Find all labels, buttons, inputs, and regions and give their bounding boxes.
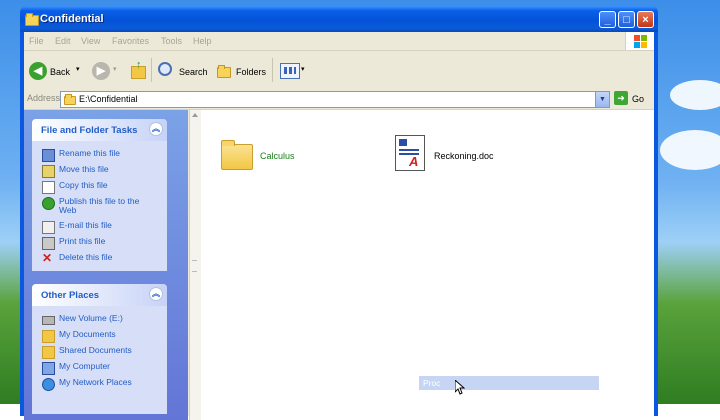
network-icon (42, 378, 55, 391)
rename-text-box[interactable]: Proc (419, 376, 599, 390)
menu-file[interactable]: File (29, 36, 44, 46)
globe-icon (42, 197, 55, 210)
folder-icon (42, 346, 55, 359)
scroll-up-icon[interactable] (192, 113, 198, 117)
panel-header[interactable]: File and Folder Tasks ︽ (32, 119, 167, 141)
chevron-down-icon: ▾ (113, 66, 117, 73)
place-my-computer[interactable]: My Computer (32, 360, 167, 376)
folder-icon (25, 13, 39, 26)
place-my-documents[interactable]: My Documents (32, 328, 167, 344)
views-button[interactable] (280, 63, 300, 79)
title-bar[interactable]: Confidential _ □ × (20, 6, 658, 32)
menu-favorites[interactable]: Favorites (112, 36, 149, 46)
folder-name: Calculus (260, 151, 295, 161)
maximize-button[interactable]: □ (618, 11, 635, 28)
printer-icon (42, 237, 55, 250)
go-button[interactable]: Go (632, 94, 644, 104)
folder-icon (221, 140, 253, 170)
cloud (660, 130, 720, 170)
address-label: Address (27, 93, 61, 103)
search-label: Search (179, 67, 208, 77)
rename-icon (42, 149, 55, 162)
address-input[interactable]: E:\Confidential ▼ (60, 91, 610, 108)
search-icon (158, 62, 172, 76)
toolbar: ◀ Back ▾ ▶ ▾ ↑ Search Folders ▾ (24, 51, 654, 90)
task-move-file[interactable]: Move this file (32, 163, 167, 179)
task-publish-file[interactable]: Publish this file to the Web (32, 195, 167, 219)
separator (272, 58, 273, 82)
chevron-down-icon: ▾ (301, 66, 305, 73)
close-button[interactable]: × (637, 11, 654, 28)
delete-icon: ✕ (42, 251, 53, 265)
task-print-file[interactable]: Print this file (32, 235, 167, 251)
task-pane-scrollbar[interactable] (189, 110, 201, 420)
views-grid-icon (284, 67, 296, 74)
place-my-network-places[interactable]: My Network Places (32, 376, 167, 392)
panel-title: Other Places (41, 290, 100, 301)
menu-view[interactable]: View (81, 36, 100, 46)
task-rename-file[interactable]: Rename this file (32, 147, 167, 163)
folder-icon (64, 94, 76, 105)
document-name: Reckoning.doc (434, 151, 494, 161)
word-document-icon: A (395, 135, 425, 171)
email-icon (42, 221, 55, 234)
minimize-button[interactable]: _ (599, 11, 616, 28)
task-email-file[interactable]: E-mail this file (32, 219, 167, 235)
folder-icon (42, 330, 55, 343)
chevron-down-icon: ▾ (76, 66, 80, 73)
address-bar: Address E:\Confidential ▼ ➜ Go (24, 89, 654, 110)
separator (151, 58, 152, 82)
menu-tools[interactable]: Tools (161, 36, 182, 46)
menu-bar: File Edit View Favorites Tools Help (24, 32, 654, 51)
panel-header[interactable]: Other Places ︽ (32, 284, 167, 306)
collapse-chevron-icon[interactable]: ︽ (149, 287, 163, 301)
scroll-thumb-grip-icon[interactable] (192, 260, 197, 272)
address-dropdown-button[interactable]: ▼ (595, 92, 609, 107)
window-frame: File Edit View Favorites Tools Help ◀ Ba… (24, 32, 654, 420)
computer-icon (42, 362, 55, 375)
back-label: Back (50, 67, 71, 77)
menu-help[interactable]: Help (193, 36, 212, 46)
address-value: E:\Confidential (79, 94, 138, 104)
move-icon (42, 165, 55, 178)
file-list-area[interactable]: Calculus A Reckoning.doc Proc (201, 110, 654, 420)
place-shared-documents[interactable]: Shared Documents (32, 344, 167, 360)
explorer-window: Confidential _ □ × File Edit View Favori… (20, 6, 658, 420)
folders-icon (217, 65, 231, 78)
panel-title: File and Folder Tasks (41, 125, 138, 136)
back-arrow-icon: ◀ (29, 62, 47, 80)
rename-text: Proc (423, 378, 441, 388)
folders-label: Folders (236, 67, 267, 77)
task-copy-file[interactable]: Copy this file (32, 179, 167, 195)
windows-logo (625, 32, 654, 50)
drive-icon (42, 316, 55, 325)
file-folder-tasks-panel: File and Folder Tasks ︽ Rename this file… (32, 119, 167, 271)
other-places-panel: Other Places ︽ New Volume (E:) My Docume… (32, 284, 167, 414)
forward-button[interactable]: ▶ (92, 62, 110, 80)
up-folder-button[interactable]: ↑ (129, 60, 146, 80)
folder-item[interactable]: Calculus (219, 140, 329, 174)
menu-edit[interactable]: Edit (55, 36, 71, 46)
place-new-volume[interactable]: New Volume (E:) (32, 312, 167, 328)
mouse-cursor-icon (454, 378, 466, 397)
copy-icon (42, 181, 55, 194)
task-delete-file[interactable]: ✕ Delete this file (32, 251, 167, 267)
cloud (670, 80, 720, 110)
task-pane: File and Folder Tasks ︽ Rename this file… (24, 110, 188, 420)
window-title: Confidential (40, 13, 104, 25)
go-arrow-icon[interactable]: ➜ (614, 91, 628, 105)
document-item[interactable]: A Reckoning.doc (393, 132, 513, 174)
collapse-chevron-icon[interactable]: ︽ (149, 122, 163, 136)
